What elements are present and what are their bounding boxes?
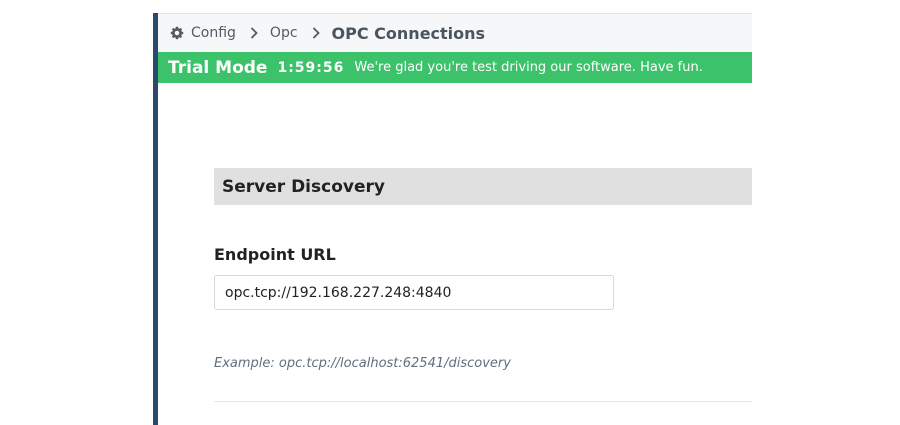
server-discovery-heading: Server Discovery <box>214 168 752 205</box>
breadcrumb-item-config[interactable]: Config <box>170 25 236 41</box>
page-title: OPC Connections <box>331 23 486 43</box>
trial-message: We're glad you're test driving our softw… <box>354 60 703 75</box>
trial-mode-title: Trial Mode <box>168 57 268 78</box>
breadcrumb-label-config: Config <box>191 25 236 41</box>
endpoint-url-input[interactable] <box>214 275 614 310</box>
trial-mode-banner: Trial Mode 1:59:56 We're glad you're tes… <box>158 52 752 83</box>
breadcrumb: Config Opc OPC Connections <box>158 13 752 52</box>
chevron-right-icon <box>312 27 320 39</box>
endpoint-url-help-text: Example: opc.tcp://localhost:62541/disco… <box>214 356 511 371</box>
breadcrumb-label-opc: Opc <box>269 25 298 41</box>
breadcrumb-item-opc[interactable]: Opc <box>270 25 298 41</box>
app-window: Config Opc OPC Connections Trial Mode 1:… <box>153 13 752 425</box>
chevron-right-icon <box>250 27 258 39</box>
gear-icon <box>170 26 184 40</box>
trial-countdown-timer: 1:59:56 <box>277 59 345 76</box>
endpoint-url-label: Endpoint URL <box>214 245 336 264</box>
divider <box>214 401 752 402</box>
